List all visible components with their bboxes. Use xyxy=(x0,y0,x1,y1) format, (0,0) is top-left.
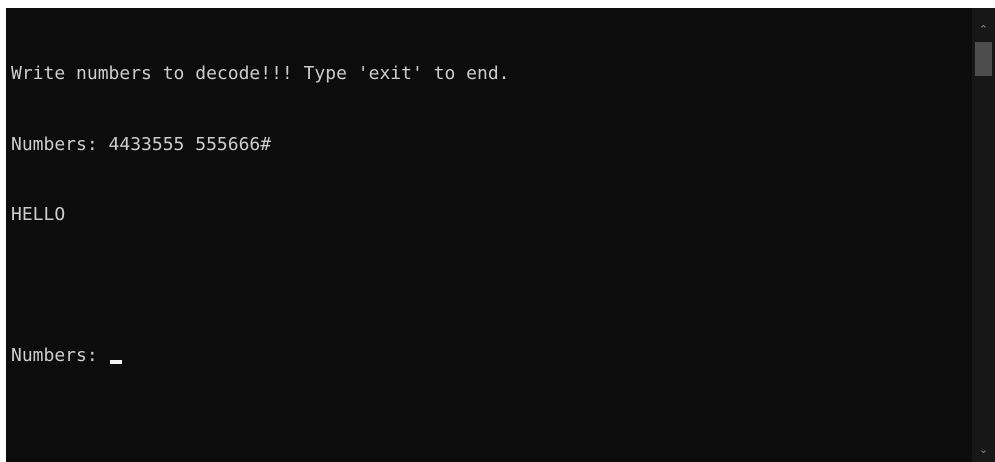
text-cursor xyxy=(109,360,122,364)
console-window: Write numbers to decode!!! Type 'exit' t… xyxy=(0,0,995,462)
console-prompt: Numbers: xyxy=(11,345,109,366)
console-prompt-line[interactable]: Numbers: xyxy=(11,344,510,368)
scroll-up-button[interactable]: ⌃ xyxy=(972,16,995,42)
console-output-area[interactable]: Write numbers to decode!!! Type 'exit' t… xyxy=(6,8,972,462)
scroll-down-button[interactable]: ⌄ xyxy=(972,436,995,462)
scrollbar-thumb[interactable] xyxy=(975,42,992,76)
console-line: Write numbers to decode!!! Type 'exit' t… xyxy=(11,63,510,84)
chevron-up-icon: ⌃ xyxy=(978,22,989,36)
console-text: Write numbers to decode!!! Type 'exit' t… xyxy=(11,15,510,415)
chevron-down-icon: ⌄ xyxy=(978,442,989,456)
vertical-scrollbar[interactable]: ⌃ ⌄ xyxy=(972,8,995,462)
console-line: HELLO xyxy=(11,204,66,225)
console-line: Numbers: 4433555 555666# xyxy=(11,133,272,155)
